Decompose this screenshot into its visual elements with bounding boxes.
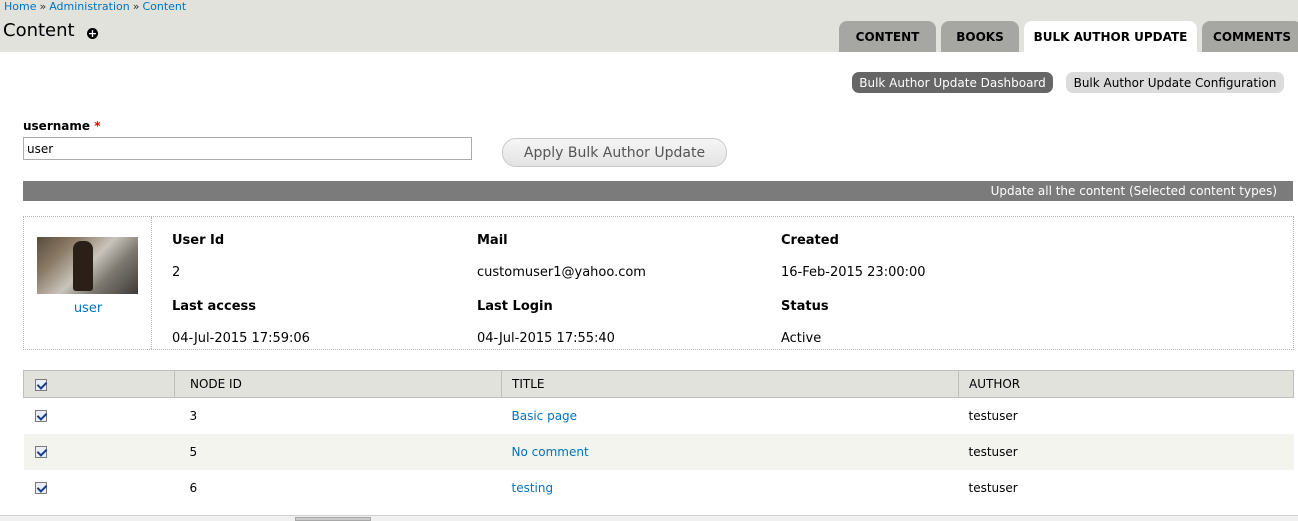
update-all-text: Update all the content (Selected content… xyxy=(990,184,1277,198)
title-link[interactable]: No comment xyxy=(501,433,959,470)
author-cell: testuser xyxy=(958,397,1294,434)
row-select-cell xyxy=(23,469,175,506)
user-picture-column: user xyxy=(24,217,152,349)
title-link[interactable]: testing xyxy=(501,469,959,506)
header-author[interactable]: AUTHOR xyxy=(958,370,1294,398)
primary-tabs: CONTENT BOOKS BULK AUTHOR UPDATE COMMENT… xyxy=(0,21,1298,52)
table-row: 6 testing testuser xyxy=(23,469,1294,506)
configuration-button[interactable]: Bulk Author Update Configuration xyxy=(1066,72,1284,93)
username-label: username * xyxy=(23,119,101,133)
breadcrumb-separator: » xyxy=(39,0,47,13)
row-select-cell xyxy=(23,433,175,470)
last-access-value: 04-Jul-2015 17:59:06 xyxy=(172,331,310,346)
author-cell: testuser xyxy=(958,433,1294,470)
select-all-checkbox[interactable] xyxy=(35,378,47,391)
last-access-label: Last access xyxy=(172,299,257,314)
breadcrumb: Home» Administration» Content xyxy=(4,0,186,13)
required-mark: * xyxy=(94,119,101,133)
title-link[interactable]: Basic page xyxy=(501,397,959,434)
table-row: 3 Basic page testuser xyxy=(23,397,1294,434)
breadcrumb-content[interactable]: Content xyxy=(142,0,186,13)
last-login-label: Last Login xyxy=(477,299,553,314)
breadcrumb-administration[interactable]: Administration xyxy=(49,0,130,13)
node-id-cell: 3 xyxy=(174,397,502,434)
node-id-cell: 5 xyxy=(174,433,502,470)
avatar xyxy=(37,237,138,294)
row-select-cell xyxy=(23,397,175,434)
tab-bulk-author-update[interactable]: BULK AUTHOR UPDATE xyxy=(1024,21,1197,52)
status-label: Status xyxy=(781,299,829,314)
author-cell: testuser xyxy=(958,469,1294,506)
apply-bulk-author-update-button[interactable]: Apply Bulk Author Update xyxy=(502,138,727,167)
scrollbar-thumb[interactable] xyxy=(295,517,371,521)
user-id-label: User Id xyxy=(172,233,225,248)
select-all-cell xyxy=(23,370,175,398)
mail-label: Mail xyxy=(477,233,508,248)
header-node-id[interactable]: NODE ID xyxy=(174,370,502,398)
user-info-panel: user User Id 2 Mail customuser1@yahoo.co… xyxy=(23,216,1294,350)
status-value: Active xyxy=(781,331,822,346)
update-all-bar: Update all the content (Selected content… xyxy=(23,181,1293,201)
username-input[interactable] xyxy=(23,137,472,160)
node-table: NODE ID TITLE AUTHOR 3 Basic page testus… xyxy=(23,370,1294,506)
node-id-cell: 6 xyxy=(174,469,502,506)
tab-comments[interactable]: COMMENTS xyxy=(1202,21,1298,52)
header-title[interactable]: TITLE xyxy=(501,370,959,398)
page-header: Home» Administration» Content Content + CO… xyxy=(0,0,1298,52)
avatar-figure xyxy=(73,241,93,291)
table-header-row: NODE ID TITLE AUTHOR xyxy=(23,370,1294,398)
created-label: Created xyxy=(781,233,839,248)
user-profile-link[interactable]: user xyxy=(24,301,152,316)
mail-value: customuser1@yahoo.com xyxy=(477,265,646,280)
dashboard-button[interactable]: Bulk Author Update Dashboard xyxy=(852,72,1053,93)
row-checkbox[interactable] xyxy=(34,410,47,423)
breadcrumb-separator: » xyxy=(132,0,140,13)
tab-content[interactable]: CONTENT xyxy=(839,21,936,52)
tab-books[interactable]: BOOKS xyxy=(941,21,1019,52)
breadcrumb-home[interactable]: Home xyxy=(4,0,36,13)
last-login-value: 04-Jul-2015 17:55:40 xyxy=(477,331,615,346)
table-row: 5 No comment testuser xyxy=(23,433,1294,470)
row-checkbox[interactable] xyxy=(34,446,47,458)
row-checkbox[interactable] xyxy=(34,482,47,494)
created-value: 16-Feb-2015 23:00:00 xyxy=(781,265,926,280)
user-id-value: 2 xyxy=(172,265,181,280)
username-label-text: username xyxy=(23,119,91,133)
horizontal-scrollbar[interactable] xyxy=(0,515,1298,521)
